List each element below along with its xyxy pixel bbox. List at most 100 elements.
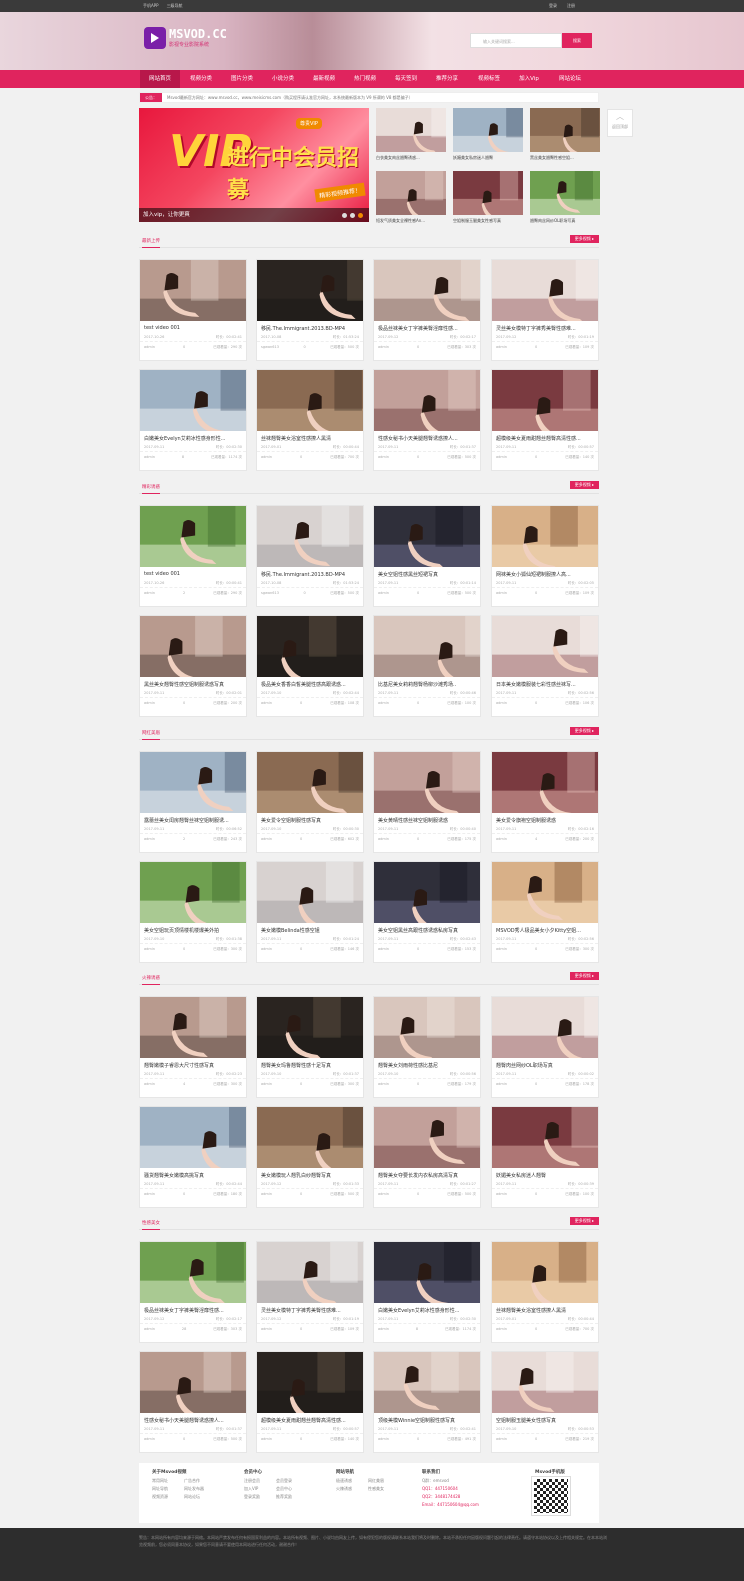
video-title[interactable]: 超模级美女夏雨甜翘丝翘臀高清性感... (257, 1413, 363, 1424)
more-videos-button[interactable]: 更多视频 ▸ (569, 235, 599, 243)
video-uploader[interactable]: admin (261, 701, 272, 708)
video-card[interactable]: 翘臀美女刘雨荷性感比基尼 2017-09-10 时长：00:00:56 admin 0 已… (373, 996, 481, 1098)
video-title[interactable]: MSVOD秀人极品美女小夕Kitty空姐... (492, 923, 598, 934)
video-title[interactable]: 美女黄晴性感丝袜空姐制服诱惑 (374, 813, 480, 824)
nav-item[interactable]: 网站论坛 (550, 70, 590, 88)
video-uploader[interactable]: admin (496, 455, 507, 462)
video-uploader[interactable]: admin (378, 455, 389, 462)
video-title[interactable]: 灵丝美女模特丁字裤秀美臀性感难... (492, 321, 598, 332)
nav-item[interactable]: 最新视频 (304, 70, 344, 88)
video-card[interactable]: 美女爱令空姐制服性感写真 2017-09-10 时长：00:00:30 admin 0 已… (256, 751, 364, 853)
video-title[interactable]: test video 001 (140, 567, 246, 578)
video-card[interactable]: 妖媚美女私房迷人翘臀 2017-09-11 时长：00:00:39 admin 0 已观看… (491, 1106, 599, 1208)
video-card[interactable]: 翘臀美女玛鲁翘臀性感十足写真 2017-09-10 时长：00:01:37 admin… (256, 996, 364, 1098)
video-card[interactable]: 骚货翘臀美女嫩模高挑写真 2017-09-11 时长：00:02:44 admin 0 已… (139, 1106, 247, 1208)
nav-item[interactable]: 视频标签 (469, 70, 509, 88)
video-title[interactable]: 网袜美女小狐仙短裙制服撩人高... (492, 567, 598, 578)
featured-item[interactable]: 短发气质美女全裸性感An... (376, 171, 446, 224)
video-uploader[interactable]: admin (144, 345, 155, 352)
video-title[interactable]: 顶级美模Winnie空姐制服性感写真 (374, 1413, 480, 1424)
site-logo[interactable]: MSVOD.CC 影视专业影院系统 (144, 27, 227, 49)
video-uploader[interactable]: admin (144, 701, 155, 708)
video-card[interactable]: 超模级美女夏雨甜翘丝翘臀高清性感... 2017-09-11 时长：00:00:57… (256, 1351, 364, 1453)
contact-line[interactable]: Email：447150604@qq.com (422, 1501, 479, 1509)
video-uploader[interactable]: admin (144, 837, 155, 844)
video-card[interactable]: 美女空姐性感黑丝短裙写真 2017-09-11 时长：00:01:14 admin 0 已… (373, 505, 481, 607)
video-uploader[interactable]: admin (261, 837, 272, 844)
more-videos-button[interactable]: 更多视频 ▸ (569, 481, 599, 489)
video-card[interactable]: 极品丝袜美女丁字裤美臀淫靡性感... 2017-09-12 时长：00:02:17 a… (139, 1241, 247, 1343)
nav-link[interactable]: 三级导航 (167, 3, 183, 9)
video-title[interactable]: 移民.The.Immigrant.2013.BD-MP4 (257, 321, 363, 332)
video-uploader[interactable]: admin (378, 701, 389, 708)
video-title[interactable]: 美女空姐黑丝高跟性感诱惑私房写真 (374, 923, 480, 934)
video-uploader[interactable]: admin (496, 1082, 507, 1089)
footer-link[interactable]: 火辣诱惑 (336, 1485, 368, 1493)
footer-link[interactable]: 会员中心 (276, 1485, 308, 1493)
video-title[interactable]: 超模级美女夏雨甜翘丝翘臀高清性感... (492, 431, 598, 442)
video-title[interactable]: 翘臀肉丝网纱OL职场写真 (492, 1058, 598, 1069)
video-title[interactable]: 美女空姐性感黑丝短裙写真 (374, 567, 480, 578)
nav-item[interactable]: 小说分类 (263, 70, 303, 88)
video-uploader[interactable]: admin (496, 1192, 507, 1199)
video-uploader[interactable]: admin (378, 1327, 389, 1334)
footer-link[interactable]: 极速诱惑 (336, 1477, 368, 1485)
video-title[interactable]: 妖媚美女私房迷人翘臀 (492, 1168, 598, 1179)
featured-item[interactable]: 白衣美女肉丝翘臀诱惑... (376, 108, 446, 161)
contact-line[interactable]: QQ2：3448174428 (422, 1493, 479, 1501)
featured-item[interactable]: 空姐制服玉腿美女性感写真 (453, 171, 523, 224)
video-title[interactable]: 翘臀美女刘雨荷性感比基尼 (374, 1058, 480, 1069)
video-title[interactable]: 美女嫩模玩人翘乳白纱翘臀写真 (257, 1168, 363, 1179)
video-uploader[interactable]: admin (144, 1327, 155, 1334)
video-uploader[interactable]: admin (378, 947, 389, 954)
video-uploader[interactable]: admin (378, 1082, 389, 1089)
featured-item[interactable]: 翘臀肉丝网纱OL职场写真 (530, 171, 600, 224)
mobile-app-link[interactable]: 手机APP (143, 3, 159, 9)
video-title[interactable]: 性感女秘书小天美腿翘臀诱惑撩人... (374, 431, 480, 442)
video-uploader[interactable]: admin (261, 947, 272, 954)
video-card[interactable]: 移民.The.Immigrant.2013.BD-MP4 2017-10-08 时长… (256, 505, 364, 607)
vip-banner[interactable]: VIP 进行中会员招募 尊贵VIP 精彩视频推荐！ 加入vip，让你更爽 (139, 108, 369, 222)
video-uploader[interactable]: admin (144, 591, 155, 598)
footer-link[interactable]: 常用网址 (152, 1477, 184, 1485)
footer-link[interactable]: 网红美眉 (368, 1477, 400, 1485)
footer-link[interactable]: 会员登录 (276, 1477, 308, 1485)
video-title[interactable]: 黑丝美女翘臀性感空姐制服诱惑写真 (140, 677, 246, 688)
video-title[interactable]: 露蕾丝美女闺房翘臀丝袜空姐制服诱... (140, 813, 246, 824)
video-uploader[interactable]: admin (496, 1327, 507, 1334)
video-uploader[interactable]: sgwan613 (261, 591, 279, 598)
banner-dot[interactable] (342, 213, 347, 218)
video-uploader[interactable]: admin (378, 345, 389, 352)
video-card[interactable]: 美女爱令旗袍空姐制服诱惑 2017-09-11 时长：00:02:16 admin 4 已… (491, 751, 599, 853)
video-uploader[interactable]: admin (378, 1192, 389, 1199)
video-card[interactable]: 顶级美模Winnie空姐制服性感写真 2017-09-11 时长：00:02:41 a… (373, 1351, 481, 1453)
video-card[interactable]: 空姐制服玉腿美女性感写真 2017-09-10 时长：00:00:53 admin 0 已… (491, 1351, 599, 1453)
nav-item[interactable]: 视频分类 (181, 70, 221, 88)
video-card[interactable]: MSVOD秀人极品美女小夕Kitty空姐... 2017-09-11 时长：00:0… (491, 861, 599, 963)
video-title[interactable]: 骚货翘臀美女嫩模高挑写真 (140, 1168, 246, 1179)
nav-item[interactable]: 推荐分享 (427, 70, 467, 88)
video-uploader[interactable]: admin (144, 1192, 155, 1199)
video-uploader[interactable]: admin (378, 591, 389, 598)
video-card[interactable]: 灵丝美女模特丁字裤秀美臀性感难... 2017-09-12 时长：00:01:19 a… (491, 259, 599, 361)
video-card[interactable]: 美女空姐玩页顶情楼机楼爆美外拍 2017-09-10 时长：00:01:38 admi… (139, 861, 247, 963)
nav-item[interactable]: 网站首页 (140, 70, 180, 88)
nav-item[interactable]: 图片分类 (222, 70, 262, 88)
nav-item[interactable]: 热门视频 (345, 70, 385, 88)
video-card[interactable]: 日本美女嫩模服装七彩性感丝袜写... 2017-09-11 时长：00:02:56 a… (491, 615, 599, 717)
video-title[interactable]: 极品丝袜美女丁字裤美臀淫靡性感... (140, 1303, 246, 1314)
video-title[interactable]: 白嫩美女Evelyn艾莉冰性感身形性... (374, 1303, 480, 1314)
video-uploader[interactable]: admin (261, 1192, 272, 1199)
video-card[interactable]: test video 001 2017-10-26 时长：00:00:41 admin… (139, 505, 247, 607)
footer-link[interactable]: 视频资源 (152, 1493, 184, 1501)
video-title[interactable]: 丝袜翘臀美女浴室性感撩人黑清 (257, 431, 363, 442)
banner-dot[interactable] (350, 213, 355, 218)
video-uploader[interactable]: admin (496, 947, 507, 954)
footer-link[interactable]: 网站论坛 (184, 1493, 216, 1501)
video-uploader[interactable]: admin (378, 837, 389, 844)
video-uploader[interactable]: admin (261, 455, 272, 462)
video-card[interactable]: 翘臀美女夺要长发内衣私房高清写真 2017-09-11 时长：00:01:27 adm… (373, 1106, 481, 1208)
video-uploader[interactable]: admin (144, 1437, 155, 1444)
video-card[interactable]: 露蕾丝美女闺房翘臀丝袜空姐制服诱... 2017-09-11 时长：00:06:52… (139, 751, 247, 853)
video-card[interactable]: 性感女秘书小天美腿翘臀诱惑撩人... 2017-09-11 时长：00:01:37 a… (373, 369, 481, 471)
